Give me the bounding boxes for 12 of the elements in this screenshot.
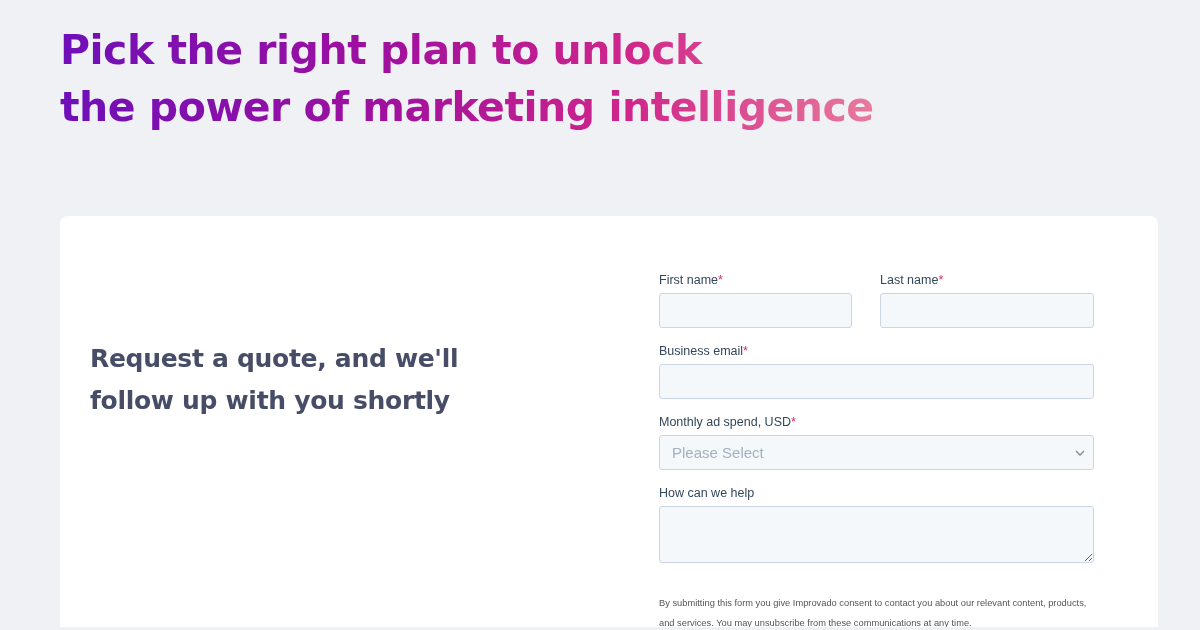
input-field[interactable] (659, 364, 1094, 399)
field-label: Business email* (659, 344, 749, 359)
field-label: Monthly ad spend, USD* (659, 415, 797, 430)
field-label: First name* (659, 273, 724, 288)
input-field[interactable] (880, 293, 1094, 328)
dropdown-field[interactable]: Please Select (659, 435, 1094, 470)
consent-text: By submitting this form you give Improvado consent to contact you about our relevant content, products, and services. You may unsubscribe from these communications at any time. (659, 597, 1088, 627)
field-label: How can we help (659, 486, 756, 501)
message-field[interactable] (659, 506, 1094, 563)
field-label: Last name* (880, 273, 945, 288)
input-field[interactable] (659, 293, 852, 328)
tagline: Request a quote, and we'll follow up with you shortly (90, 342, 460, 417)
